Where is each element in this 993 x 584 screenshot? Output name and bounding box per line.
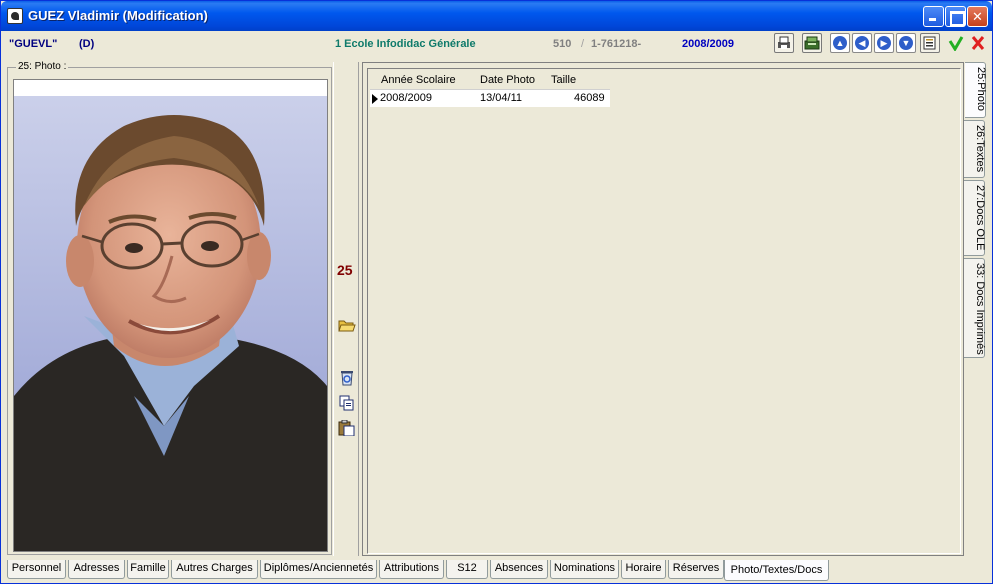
window-title: GUEZ Vladimir (Modification) [28, 8, 208, 23]
photo-grid[interactable]: Année Scolaire Date Photo Taille 2008/20… [367, 68, 961, 554]
current-row-marker-icon [372, 94, 378, 104]
cross-icon [971, 36, 985, 50]
close-window-button[interactable]: ✕ [967, 6, 988, 27]
nav-previous-button[interactable]: ◀ [852, 33, 872, 53]
portrait-image [14, 96, 327, 551]
print-button[interactable] [774, 33, 794, 53]
school-name: 1 Ecole Infodidac Générale [335, 38, 476, 50]
tab-photo-textes-docs[interactable]: Photo/Textes/Docs [724, 560, 829, 581]
printer-icon [778, 36, 790, 49]
reference-number: 1-761218- [591, 38, 642, 50]
teacher-code: "GUEVL" [9, 38, 58, 50]
column-header-date[interactable]: Date Photo [480, 74, 535, 86]
confirm-button[interactable] [946, 33, 966, 53]
cell-date: 13/04/11 [480, 92, 523, 104]
school-number: 510 [553, 38, 572, 50]
open-folder-button[interactable] [338, 317, 356, 333]
cash-register-icon [804, 36, 820, 50]
paste-button[interactable] [338, 419, 356, 437]
tab-nominations[interactable]: Nominations [550, 560, 619, 579]
photo-frame[interactable] [13, 79, 328, 552]
cell-taille: 46089 [574, 92, 605, 104]
photo-toolbar [333, 62, 359, 556]
arrow-left-icon: ◀ [855, 36, 869, 50]
arrow-up-icon: ▲ [833, 36, 847, 50]
school-year: 2008/2009 [682, 38, 734, 50]
title-bar[interactable]: GUEZ Vladimir (Modification) ✕ [1, 1, 992, 31]
record-header: "GUEVL" (D) 1 Ecole Infodidac Générale 5… [1, 31, 992, 57]
vtab-textes[interactable]: 26:Textes [964, 120, 986, 178]
nav-first-button[interactable]: ▲ [830, 33, 850, 53]
delete-button[interactable] [338, 370, 356, 386]
vtab-docs-ole[interactable]: 27:Docs OLE [964, 180, 986, 256]
vtab-photo[interactable]: 25:Photo [965, 62, 987, 118]
maximize-button[interactable] [945, 6, 966, 27]
header-separator: / [581, 38, 585, 50]
nav-next-button[interactable]: ▶ [874, 33, 894, 53]
tab-attributions[interactable]: Attributions [379, 560, 444, 579]
tab-personnel[interactable]: Personnel [7, 560, 66, 579]
photo-group: 25: Photo : [7, 61, 332, 555]
column-header-annee[interactable]: Année Scolaire [381, 74, 456, 86]
teacher-photo[interactable] [14, 96, 327, 551]
vtab-docs-ole-label: 27:Docs OLE [974, 185, 986, 251]
tab-diplomes[interactable]: Diplômes/Anciennetés [260, 560, 377, 579]
tab-adresses[interactable]: Adresses [68, 560, 125, 579]
list-icon [923, 36, 936, 50]
list-button[interactable] [920, 33, 940, 53]
vtab-docs-imprimes-label: 33: Docs Imprimés [974, 263, 986, 355]
tab-famille[interactable]: Famille [127, 560, 169, 579]
tab-horaire[interactable]: Horaire [621, 560, 666, 579]
app-icon[interactable] [7, 8, 23, 24]
archive-button[interactable] [802, 33, 822, 53]
section-number: 25 [337, 262, 353, 278]
vtab-textes-label: 26:Textes [974, 125, 986, 173]
minimize-button[interactable] [923, 6, 944, 27]
paste-icon [338, 419, 355, 437]
nav-last-button[interactable]: ▼ [896, 33, 916, 53]
photo-grid-panel: Année Scolaire Date Photo Taille 2008/20… [362, 62, 964, 556]
table-row[interactable]: 2008/2009 13/04/11 46089 [370, 89, 610, 107]
arrow-down-icon: ▼ [899, 36, 913, 50]
check-icon [948, 36, 964, 51]
main-window: GUEZ Vladimir (Modification) ✕ "GUEVL" (… [0, 0, 993, 584]
copy-button[interactable] [338, 395, 356, 411]
tab-autres-charges[interactable]: Autres Charges [171, 560, 258, 579]
cell-annee: 2008/2009 [380, 92, 432, 104]
tab-reserves[interactable]: Réserves [668, 560, 724, 579]
photo-legend: 25: Photo : [16, 61, 69, 72]
recycle-bin-icon [341, 371, 353, 386]
status-flag: (D) [79, 38, 95, 50]
tab-absences[interactable]: Absences [490, 560, 548, 579]
vtab-docs-imprimes[interactable]: 33: Docs Imprimés [964, 258, 986, 358]
tab-s12[interactable]: S12 [446, 560, 488, 579]
vtab-photo-label: 25:Photo [975, 67, 987, 112]
arrow-right-icon: ▶ [877, 36, 891, 50]
cancel-button[interactable] [968, 33, 988, 53]
open-folder-icon [338, 320, 356, 332]
copy-icon [339, 395, 354, 411]
column-header-taille[interactable]: Taille [551, 74, 576, 86]
